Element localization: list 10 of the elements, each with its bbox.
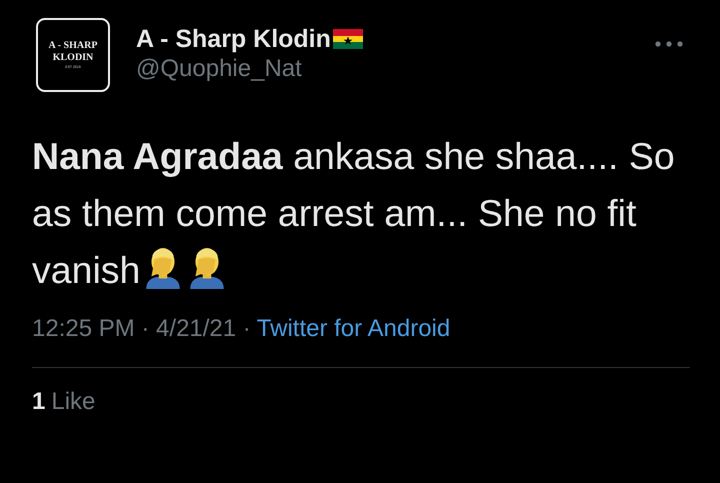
tweet-timestamp: 12:25 PM · 4/21/21 · — [32, 315, 251, 343]
source-link[interactable]: Twitter for Android — [256, 315, 450, 343]
likes-label[interactable]: Like — [51, 388, 96, 416]
user-handle[interactable]: @Quophie_Nat — [136, 54, 628, 84]
more-icon[interactable] — [654, 40, 684, 48]
logo-text: KLODIN — [52, 52, 94, 64]
tweet-text: Nana Agradaa ankasa she shaa.... So as them come arrest am... She no fit vanish — [32, 134, 676, 293]
display-name[interactable]: A - Sharp Klodin — [136, 24, 331, 54]
like-count[interactable]: 1 — [32, 388, 46, 416]
logo-text: A - SHARP — [48, 40, 98, 52]
